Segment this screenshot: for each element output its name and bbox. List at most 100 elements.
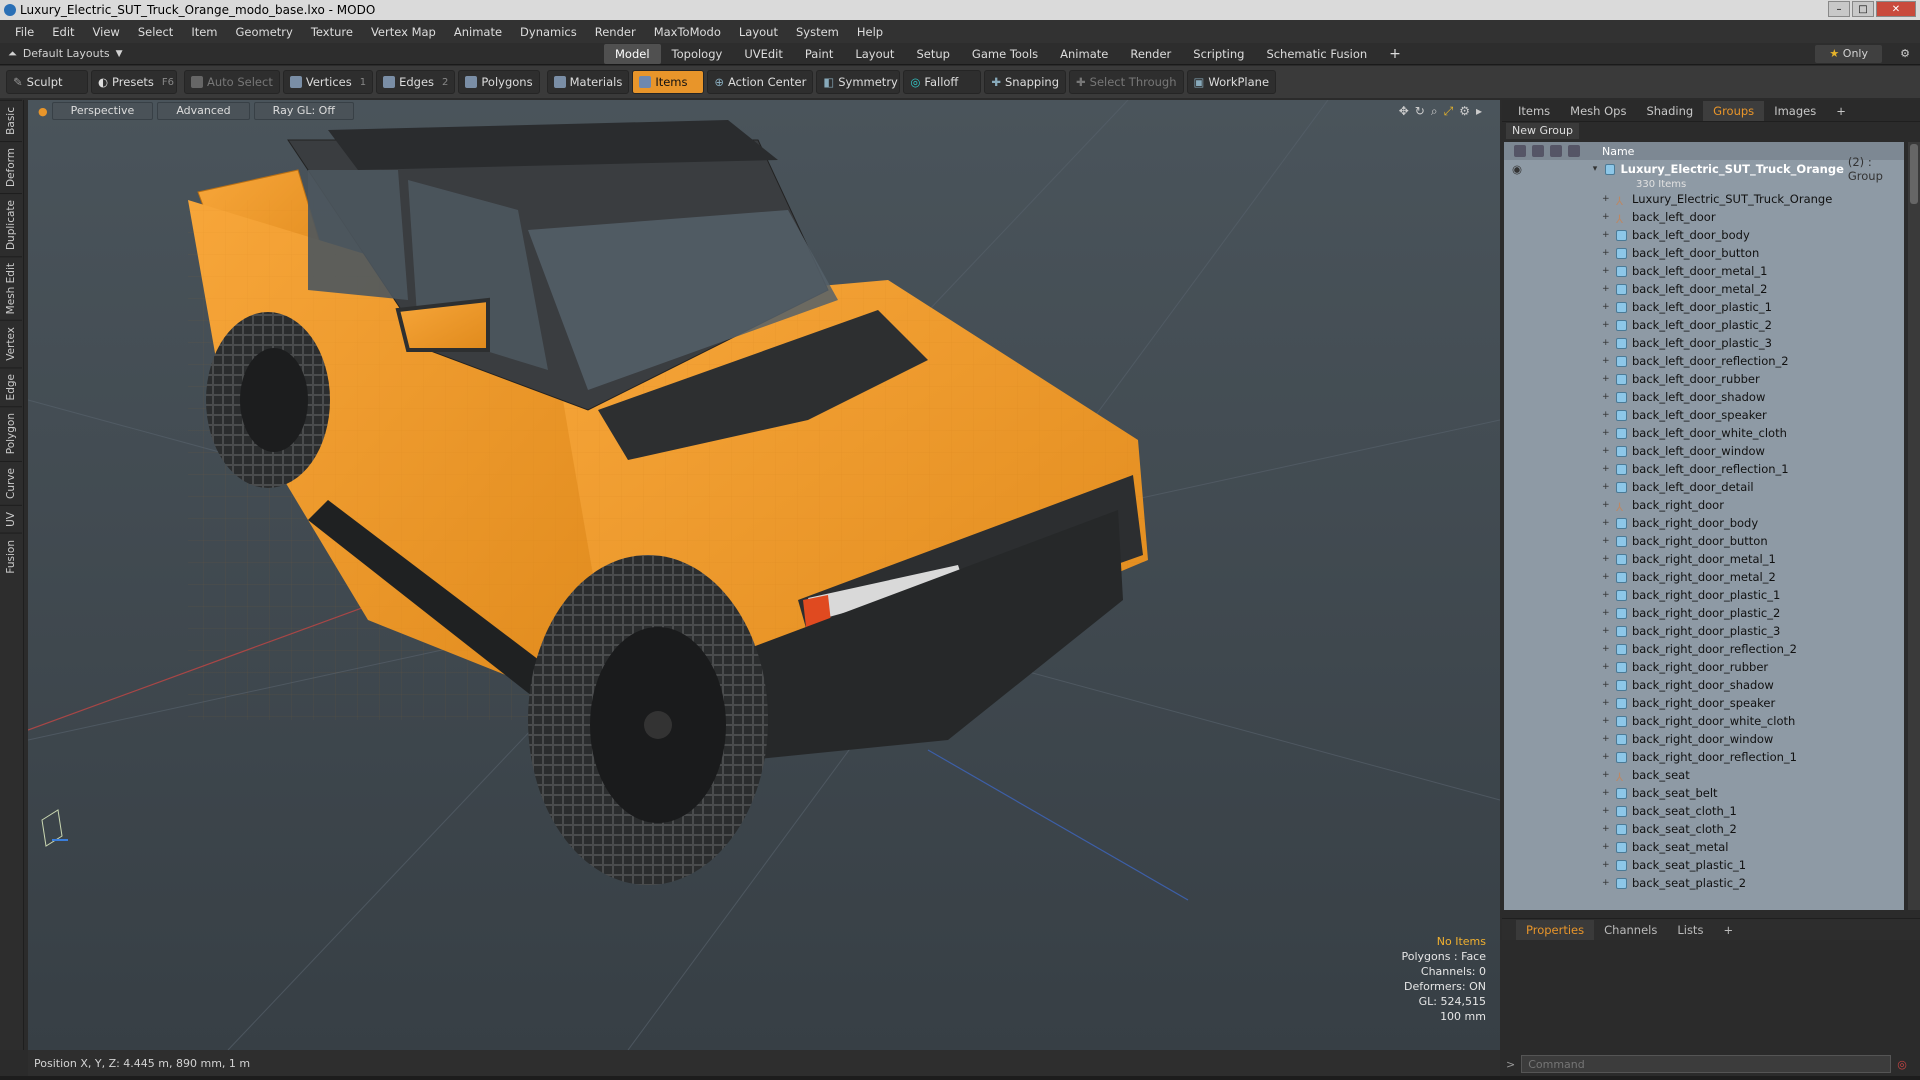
tab-topology[interactable]: Topology (661, 44, 734, 64)
group-list-item[interactable]: + back_right_door_button (1504, 532, 1904, 550)
group-list-item[interactable]: + back_left_door_button (1504, 244, 1904, 262)
group-list-item[interactable]: + back_right_door_rubber (1504, 658, 1904, 676)
menu-item[interactable]: Item (182, 25, 226, 39)
visibility-col-icon[interactable] (1514, 145, 1526, 157)
group-list-item[interactable]: + back_left_door_reflection_1 (1504, 460, 1904, 478)
expand-icon[interactable]: + (1602, 302, 1616, 312)
fit-icon[interactable]: ⤢ (1444, 104, 1454, 119)
group-list-item[interactable]: + back_left_door_plastic_2 (1504, 316, 1904, 334)
group-list-item[interactable]: + back_left_door_window (1504, 442, 1904, 460)
add-panel-tab-icon[interactable]: + (1826, 104, 1856, 118)
group-list-item[interactable]: + back_seat_plastic_1 (1504, 856, 1904, 874)
expand-icon[interactable]: + (1602, 806, 1616, 816)
minimize-button[interactable]: – (1828, 1, 1850, 17)
tab-model[interactable]: Model (604, 43, 661, 64)
add-properties-tab-icon[interactable]: + (1713, 923, 1743, 937)
expand-icon[interactable]: + (1602, 626, 1616, 636)
viewport-3d[interactable]: ● Perspective Advanced Ray GL: Off ✥ ↻ ⌕… (28, 100, 1500, 1050)
new-group-button[interactable]: New Group (1506, 123, 1579, 139)
falloff-button[interactable]: ◎ Falloff (903, 70, 982, 94)
group-list-item[interactable]: + back_left_door_plastic_3 (1504, 334, 1904, 352)
shading-mode-button[interactable]: Advanced (157, 102, 250, 120)
menu-render[interactable]: Render (586, 25, 645, 39)
menu-layout[interactable]: Layout (730, 25, 787, 39)
expand-icon[interactable]: + (1602, 536, 1616, 546)
expand-icon[interactable]: + (1602, 230, 1616, 240)
expand-icon[interactable]: + (1602, 428, 1616, 438)
snapping-button[interactable]: ✚ Snapping (984, 70, 1067, 94)
tab-mesh-edit[interactable]: Mesh Edit (0, 255, 22, 321)
sculpt-button[interactable]: ✎ Sculpt (6, 70, 88, 94)
expand-icon[interactable]: + (1602, 392, 1616, 402)
gear-icon[interactable]: ⚙ (1900, 47, 1910, 60)
group-list-item[interactable]: + back_seat_plastic_2 (1504, 874, 1904, 892)
group-list-item[interactable]: + ⅄ back_right_door (1504, 496, 1904, 514)
expand-icon[interactable]: + (1602, 374, 1616, 384)
menu-edit[interactable]: Edit (43, 25, 83, 39)
tab-properties[interactable]: Properties (1516, 919, 1595, 940)
tab-fusion[interactable]: Fusion (0, 532, 22, 580)
zoom-icon[interactable]: ⌕ (1431, 104, 1438, 119)
group-list-item[interactable]: + ⅄ Luxury_Electric_SUT_Truck_Orange (1504, 190, 1904, 208)
edges-button[interactable]: Edges 2 (376, 70, 456, 94)
tab-channels[interactable]: Channels (1594, 923, 1667, 937)
expand-icon[interactable]: + (1602, 500, 1616, 510)
group-list-item[interactable]: + back_left_door_reflection_2 (1504, 352, 1904, 370)
group-list-item[interactable]: + back_left_door_metal_1 (1504, 262, 1904, 280)
expand-icon[interactable]: + (1602, 680, 1616, 690)
group-list-item[interactable]: + back_left_door_shadow (1504, 388, 1904, 406)
tab-game-tools[interactable]: Game Tools (961, 44, 1049, 64)
add-tab-icon[interactable]: + (1378, 44, 1412, 64)
tab-mesh-ops[interactable]: Mesh Ops (1560, 104, 1636, 118)
group-list-item[interactable]: + back_left_door_detail (1504, 478, 1904, 496)
expand-icon[interactable]: + (1602, 284, 1616, 294)
tab-uvedit[interactable]: UVEdit (733, 44, 794, 64)
expand-icon[interactable]: + (1602, 770, 1616, 780)
tab-lists[interactable]: Lists (1667, 923, 1713, 937)
menu-dynamics[interactable]: Dynamics (511, 25, 586, 39)
expand-icon[interactable]: + (1602, 194, 1616, 204)
vertices-button[interactable]: Vertices 1 (282, 70, 374, 94)
expand-icon[interactable]: + (1602, 662, 1616, 672)
tab-images[interactable]: Images (1764, 104, 1826, 118)
record-icon[interactable]: ◎ (1897, 1058, 1907, 1071)
menu-help[interactable]: Help (848, 25, 892, 39)
expand-icon[interactable]: + (1602, 860, 1616, 870)
group-list-item[interactable]: + back_right_door_metal_1 (1504, 550, 1904, 568)
expand-icon[interactable]: + (1602, 752, 1616, 762)
view-mode-button[interactable]: Perspective (51, 102, 154, 120)
tab-scripting[interactable]: Scripting (1182, 44, 1255, 64)
auto-select-button[interactable]: Auto Select (184, 70, 280, 94)
expand-icon[interactable]: + (1602, 410, 1616, 420)
expand-icon[interactable]: + (1602, 644, 1616, 654)
tab-schematic-fusion[interactable]: Schematic Fusion (1255, 44, 1378, 64)
expand-icon[interactable]: + (1602, 266, 1616, 276)
tab-groups[interactable]: Groups (1703, 100, 1765, 121)
expand-icon[interactable]: + (1602, 482, 1616, 492)
items-button[interactable]: Items (632, 70, 705, 94)
expand-icon[interactable]: + (1602, 212, 1616, 222)
group-list-item[interactable]: + back_right_door_white_cloth (1504, 712, 1904, 730)
group-list-item[interactable]: + back_seat_cloth_1 (1504, 802, 1904, 820)
layout-selector[interactable]: Default Layouts (23, 47, 110, 60)
menu-maxtomodo[interactable]: MaxToModo (645, 25, 730, 39)
expand-icon[interactable]: + (1602, 446, 1616, 456)
tab-layout[interactable]: Layout (844, 44, 905, 64)
group-list-item[interactable]: + back_left_door_metal_2 (1504, 280, 1904, 298)
group-list-item[interactable]: + back_right_door_plastic_1 (1504, 586, 1904, 604)
menu-file[interactable]: File (6, 25, 43, 39)
menu-view[interactable]: View (84, 25, 129, 39)
tab-items[interactable]: Items (1508, 104, 1560, 118)
expand-icon[interactable]: + (1602, 356, 1616, 366)
groups-list[interactable]: Name ◉ ▾ Luxury_Electric_SUT_Truck_Orang… (1504, 142, 1904, 910)
viewport-menu-icon[interactable]: ● (38, 105, 48, 118)
tab-duplicate[interactable]: Duplicate (0, 192, 22, 256)
close-button[interactable]: ✕ (1876, 1, 1916, 17)
tab-basic[interactable]: Basic (0, 100, 22, 141)
viewport-gear-icon[interactable]: ⚙ (1459, 104, 1470, 119)
expand-icon[interactable]: + (1602, 248, 1616, 258)
polygons-button[interactable]: Polygons (458, 70, 540, 94)
tab-vertex[interactable]: Vertex (0, 320, 22, 367)
scrollbar-thumb[interactable] (1910, 144, 1918, 204)
group-root[interactable]: ◉ ▾ Luxury_Electric_SUT_Truck_Orange (2)… (1504, 155, 1904, 183)
